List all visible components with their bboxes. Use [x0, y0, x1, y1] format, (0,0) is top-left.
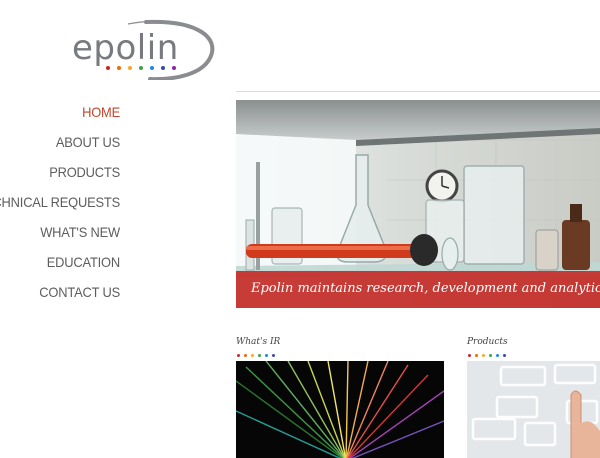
nav-item-technical-requests[interactable]: TECHNICAL REQUESTS	[0, 190, 120, 220]
section-title-whats-ir: What's IR	[236, 337, 281, 347]
logo-dot	[150, 66, 154, 70]
header-divider	[236, 91, 600, 92]
epolin-logo[interactable]: epolin	[68, 18, 218, 80]
touch-screen-image	[467, 361, 600, 458]
hero-caption-text: Epolin maintains research, development a…	[251, 281, 600, 296]
section-dots	[237, 354, 275, 357]
nav-item-about-us[interactable]: ABOUT US	[0, 130, 120, 160]
logo-dot	[117, 66, 121, 70]
nav-item-home[interactable]: HOME	[0, 100, 120, 130]
nav-item-products[interactable]: PRODUCTS	[0, 160, 120, 190]
nav-item-contact-us[interactable]: CONTACT US	[0, 280, 120, 310]
section-title-products: Products	[467, 337, 508, 347]
whats-ir-image[interactable]	[236, 361, 444, 458]
main-nav: HOME ABOUT US PRODUCTS TECHNICAL REQUEST…	[0, 100, 120, 310]
logo-dot	[106, 66, 110, 70]
laser-rays-image	[236, 361, 444, 458]
logo-dot	[161, 66, 165, 70]
products-image[interactable]	[467, 361, 600, 458]
logo-text: epolin	[72, 28, 179, 68]
hero-banner[interactable]: Epolin maintains research, development a…	[236, 100, 600, 308]
logo-dot	[139, 66, 143, 70]
hero-caption: Epolin maintains research, development a…	[236, 271, 600, 308]
section-dots	[468, 354, 506, 357]
nav-item-education[interactable]: EDUCATION	[0, 250, 120, 280]
logo-dot	[128, 66, 132, 70]
nav-item-whats-new[interactable]: WHAT'S NEW	[0, 220, 120, 250]
logo-dots	[106, 66, 176, 70]
logo-dot	[172, 66, 176, 70]
